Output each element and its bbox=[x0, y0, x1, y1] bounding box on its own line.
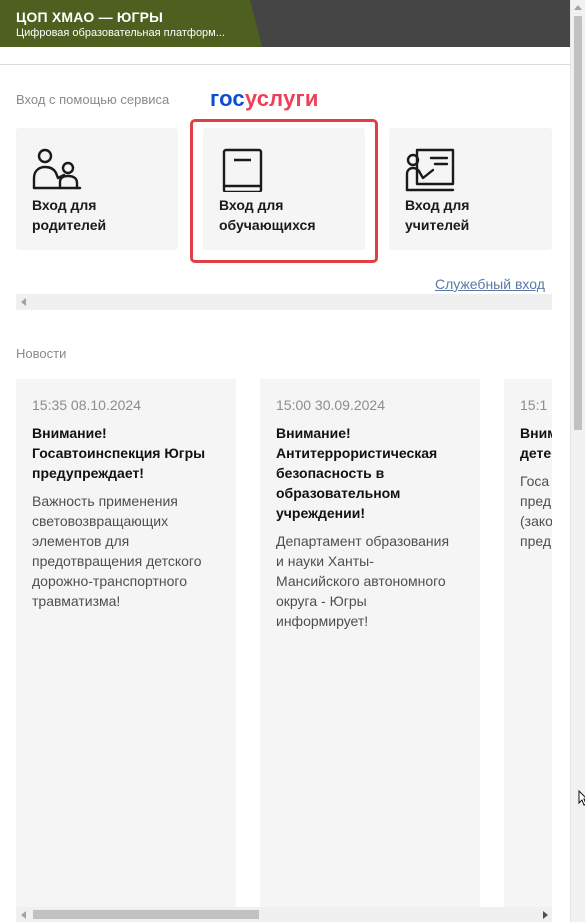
mouse-cursor-icon bbox=[578, 790, 585, 806]
gosuslugi-logo[interactable]: госуслуги bbox=[210, 86, 319, 112]
login-parents-card[interactable]: Вход для родителей bbox=[16, 128, 178, 250]
scrollbar-thumb[interactable] bbox=[33, 910, 259, 919]
scroll-up-arrow-icon[interactable] bbox=[574, 5, 582, 10]
login-teachers-card[interactable]: Вход для учителей bbox=[389, 128, 552, 250]
news-title: Внимание! Госавтоинспекция Югры предупре… bbox=[32, 425, 206, 481]
news-title: Внимание! Антитеррористическая безопасно… bbox=[276, 425, 438, 521]
news-card[interactable]: 15:00 30.09.2024 Внимание! Антитеррорист… bbox=[260, 379, 480, 907]
news-heading: Новости bbox=[16, 346, 67, 361]
parents-icon bbox=[32, 148, 82, 190]
news-card[interactable]: 15:35 08.10.2024 Внимание! Госавтоинспек… bbox=[16, 379, 236, 907]
news-card[interactable]: 15:1 Вним дете Госа пред (зако пред bbox=[504, 379, 552, 907]
gosuslugi-logo-part2: услуги bbox=[244, 86, 319, 111]
app-header: ЦОП ХМАО — ЮГРЫ Цифровая образовательная… bbox=[0, 0, 570, 47]
page-scrollbar[interactable] bbox=[570, 0, 585, 922]
highlight-frame bbox=[190, 119, 378, 263]
news-date: 15:35 08.10.2024 bbox=[32, 397, 141, 413]
divider bbox=[0, 64, 570, 65]
scrollbar-thumb[interactable] bbox=[574, 16, 582, 430]
service-login-link[interactable]: Служебный вход bbox=[435, 276, 545, 292]
news-title: Вним дете bbox=[520, 425, 552, 461]
news-carousel: 15:35 08.10.2024 Внимание! Госавтоинспек… bbox=[16, 379, 552, 907]
brand-subtitle: Цифровая образовательная платформ... bbox=[16, 27, 225, 39]
news-text: Важность применения световозвращающих эл… bbox=[32, 493, 202, 609]
news-text: Департамент образования и науки Ханты- М… bbox=[276, 533, 450, 629]
teacher-board-icon bbox=[405, 148, 455, 192]
news-date: 15:00 30.09.2024 bbox=[276, 397, 385, 413]
scroll-left-arrow-icon[interactable] bbox=[21, 298, 26, 306]
scroll-left-arrow-icon[interactable] bbox=[21, 911, 26, 919]
news-scrollbar[interactable] bbox=[16, 907, 552, 922]
login-service-label: Вход с помощью сервиса bbox=[16, 92, 170, 107]
login-parents-label: Вход для родителей bbox=[32, 197, 107, 233]
brand-title[interactable]: ЦОП ХМАО — ЮГРЫ bbox=[16, 9, 163, 25]
news-date: 15:1 bbox=[520, 397, 548, 413]
news-text: Госа пред (зако пред bbox=[520, 473, 552, 549]
gosuslugi-logo-part1: гос bbox=[210, 86, 245, 111]
cards-scrollbar[interactable] bbox=[16, 294, 552, 310]
login-teachers-label: Вход для учителей bbox=[405, 197, 470, 233]
scroll-right-arrow-icon[interactable] bbox=[543, 911, 548, 919]
